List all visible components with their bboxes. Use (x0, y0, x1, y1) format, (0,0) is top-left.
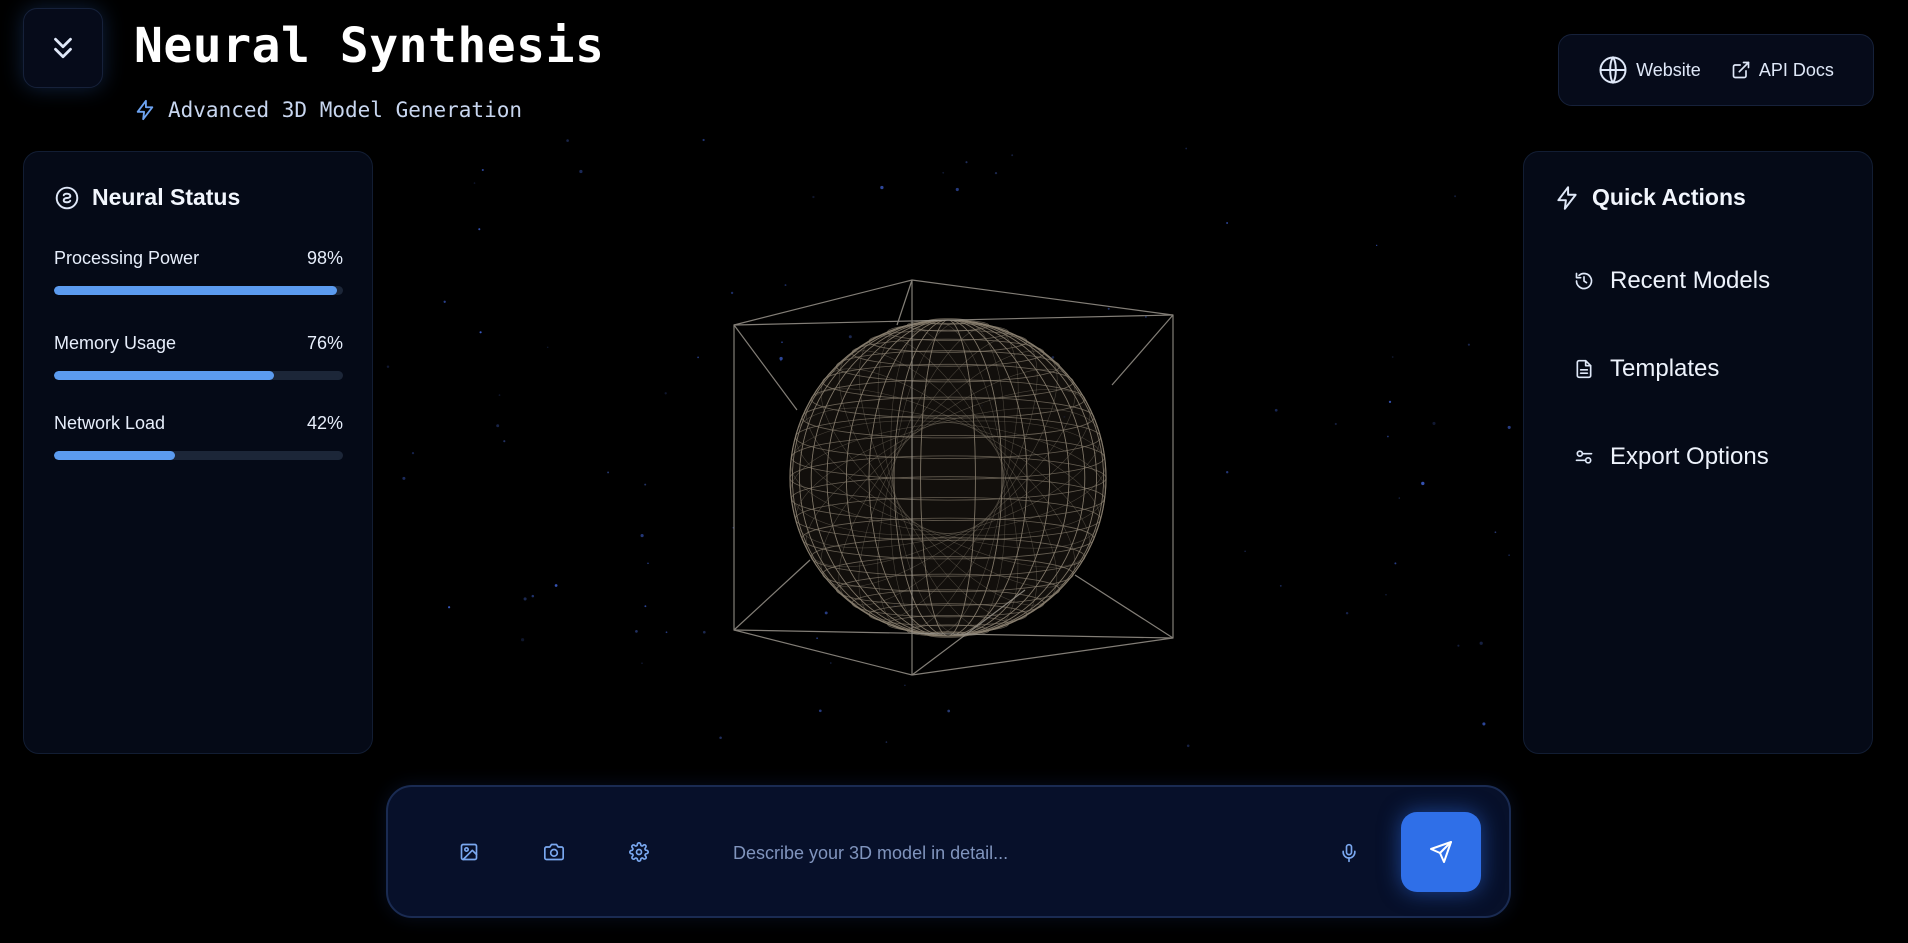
api-docs-link-label: API Docs (1758, 59, 1834, 80)
quick-actions-header: Quick Actions (1554, 184, 1746, 211)
image-icon (460, 843, 478, 861)
metric-value: 98% (306, 248, 343, 268)
app-root: Neural Synthesis Advanced 3D Model Gener… (0, 0, 1908, 943)
quick-actions-title: Quick Actions (1592, 184, 1746, 210)
microphone-icon (1342, 843, 1356, 863)
quick-action-templates[interactable]: Templates (1574, 355, 1719, 383)
progress-track (54, 286, 343, 295)
metric-network-load: Network Load 42% (54, 413, 343, 460)
quick-action-label: Recent Models (1610, 267, 1771, 294)
bolt-icon (1557, 185, 1577, 210)
quick-action-recent-models[interactable]: Recent Models (1574, 267, 1770, 295)
neural-status-title: Neural Status (92, 184, 241, 210)
metric-value: 76% (306, 333, 343, 353)
external-links: Website API Docs (1558, 34, 1874, 106)
website-link-label: Website (1636, 59, 1701, 80)
progress-track (54, 371, 343, 380)
progress-track (54, 451, 343, 460)
metric-memory-usage: Memory Usage 76% (54, 333, 343, 380)
prompt-input[interactable] (733, 835, 1333, 871)
history-icon (1575, 272, 1593, 290)
brain-icon (55, 186, 79, 209)
send-icon (1430, 841, 1452, 863)
metric-label: Processing Power (54, 248, 200, 268)
quick-actions-panel: Quick Actions Recent Models Templates Ex… (1523, 151, 1873, 754)
bolt-icon (136, 99, 154, 121)
metric-processing-power: Processing Power 98% (54, 248, 343, 295)
quick-action-label: Export Options (1610, 443, 1769, 470)
quick-action-label: Templates (1610, 355, 1720, 382)
metric-label: Network Load (54, 413, 166, 433)
upload-image-button[interactable] (454, 837, 484, 867)
prompt-bar (386, 785, 1511, 918)
external-link-icon (1732, 61, 1750, 79)
send-button[interactable] (1401, 812, 1481, 892)
neural-status-panel: Neural Status Processing Power 98% Memor… (23, 151, 373, 754)
metric-value: 42% (306, 413, 343, 433)
progress-fill (54, 286, 338, 295)
quick-action-export-options[interactable]: Export Options (1574, 443, 1769, 471)
subtitle-row: Advanced 3D Model Generation (134, 98, 522, 122)
settings-icon (629, 842, 649, 862)
document-icon (1576, 359, 1592, 379)
collapse-button[interactable] (23, 8, 103, 88)
camera-icon (544, 843, 564, 861)
voice-input-button[interactable] (1335, 839, 1363, 867)
model-viewport[interactable] (720, 270, 1180, 690)
camera-button[interactable] (539, 837, 569, 867)
settings-button[interactable] (624, 837, 654, 867)
page-subtitle: Advanced 3D Model Generation (168, 98, 523, 122)
website-link[interactable]: Website (1598, 55, 1701, 85)
progress-fill (54, 451, 176, 460)
wireframe-sphere (789, 318, 1107, 638)
neural-status-header: Neural Status (54, 184, 240, 211)
chevrons-down-icon (54, 37, 72, 59)
page-title: Neural Synthesis (134, 18, 605, 74)
metric-label: Memory Usage (54, 333, 177, 353)
sliders-icon (1575, 450, 1593, 464)
api-docs-link[interactable]: API Docs (1731, 60, 1834, 81)
progress-fill (54, 371, 274, 380)
globe-icon (1599, 55, 1627, 85)
